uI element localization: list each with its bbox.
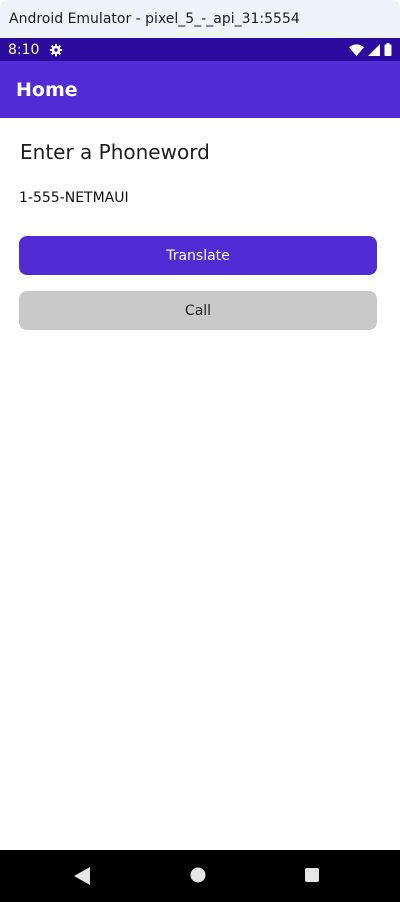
call-button[interactable]: Call	[19, 291, 377, 330]
status-bar: 8:10	[0, 38, 400, 61]
app-bar: Home	[0, 61, 400, 118]
home-icon[interactable]	[190, 867, 206, 883]
gear-icon	[49, 43, 63, 57]
recents-icon[interactable]	[304, 867, 320, 883]
status-time: 8:10	[8, 41, 40, 58]
translate-button[interactable]: Translate	[19, 236, 377, 275]
navigation-bar	[0, 850, 400, 902]
phoneword-entry[interactable]	[19, 190, 319, 206]
emulator-window-titlebar: Android Emulator - pixel_5_-_api_31:5554	[0, 0, 400, 38]
phoneword-heading: Enter a Phoneword	[20, 140, 210, 164]
wifi-icon	[349, 43, 364, 56]
window-title: Android Emulator - pixel_5_-_api_31:5554	[9, 11, 300, 27]
app-bar-title: Home	[16, 78, 78, 101]
back-icon[interactable]	[74, 867, 90, 885]
signal-icon	[368, 43, 380, 56]
battery-icon	[384, 43, 392, 56]
